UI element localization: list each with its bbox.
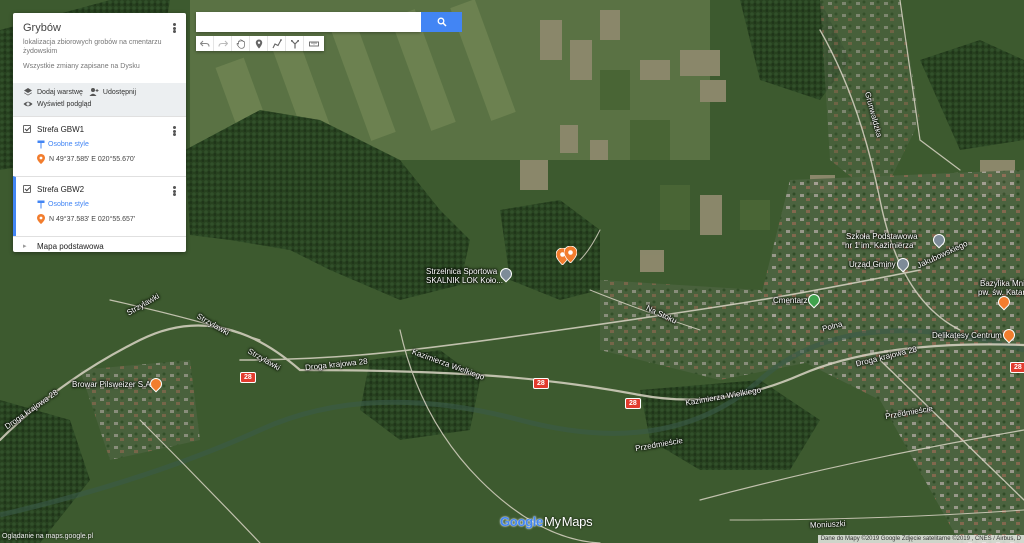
directions-button[interactable] (286, 36, 304, 51)
share-button[interactable]: Udostępnij (89, 86, 136, 98)
undo-icon (199, 40, 210, 47)
feature-coords: N 49°37.585' E 020°55.670' (49, 155, 136, 163)
save-status: Wszystkie zmiany zapisane na Dysku (23, 63, 140, 70)
layer-style-label: Osobne style (48, 200, 89, 208)
viewing-note[interactable]: Oglądanie na maps.google.pl (2, 533, 93, 540)
layers-panel: Grybów lokalizacja zbiorowych grobów na … (13, 13, 186, 252)
preview-label: Wyświetl podgląd (37, 100, 92, 108)
layer-options-kebab-icon[interactable] (169, 125, 179, 137)
poi-label-brewery[interactable]: Browar Pilsweizer S.A. (72, 380, 153, 389)
marker-strefa-gbw2[interactable] (564, 246, 577, 263)
place-marker-icon (37, 154, 45, 164)
add-person-icon (89, 88, 99, 96)
poi-label-cemetery[interactable]: Cmentarz (773, 296, 808, 305)
map-options-kebab-icon[interactable] (169, 22, 179, 34)
layer-visibility-checkbox[interactable] (23, 185, 31, 193)
add-layer-label: Dodaj warstwę (37, 88, 83, 96)
logo-maps: Maps (561, 514, 593, 529)
draw-line-icon (272, 38, 282, 48)
search-input[interactable] (196, 12, 421, 32)
base-map-toggle[interactable]: ▸ Mapa podstawowa (13, 236, 186, 252)
search-button[interactable] (421, 12, 462, 32)
base-map-label: Mapa podstawowa (37, 242, 104, 251)
layers-icon (24, 88, 32, 96)
poi-label-bazylika[interactable]: Bazylika Mni... (980, 279, 1024, 288)
layer-style-link[interactable]: Osobne style (37, 138, 176, 150)
preview-button[interactable]: Wyświetl podgląd (23, 98, 176, 110)
map-attribution[interactable]: Dane do Mapy ©2019 Google Zdjęcie sateli… (817, 535, 1024, 543)
hand-icon (236, 38, 245, 49)
layer-name[interactable]: Strefa GBW1 (37, 125, 84, 134)
add-marker-button[interactable] (250, 36, 268, 51)
redo-icon (217, 40, 228, 47)
share-label: Udostępnij (102, 88, 136, 96)
eye-icon (23, 101, 33, 107)
google-my-maps-logo: Google My Maps (500, 514, 593, 529)
layer-style-label: Osobne style (48, 140, 89, 148)
road-label-moniuszki: Moniuszki (809, 519, 846, 530)
poi-label-town-hall[interactable]: Urząd Gminy (849, 260, 896, 269)
road-shield-28-d: 28 (1010, 362, 1024, 373)
undo-button[interactable] (196, 36, 214, 51)
poi-label-shooting-range-sub[interactable]: SKALNIK LOK Koło... (426, 276, 503, 285)
redo-button[interactable] (214, 36, 232, 51)
layer-style-link[interactable]: Osobne style (37, 198, 176, 210)
feature-item[interactable]: N 49°37.585' E 020°55.670' (37, 153, 176, 165)
road-shield-28-b: 28 (533, 378, 549, 389)
layer-options-kebab-icon[interactable] (169, 185, 179, 197)
logo-my: My (543, 514, 561, 529)
place-marker-icon (37, 214, 45, 224)
pan-tool-button[interactable] (232, 36, 250, 51)
feature-coords: N 49°37.583' E 020°55.657' (49, 215, 136, 223)
paint-roller-icon (37, 140, 45, 148)
ruler-icon (309, 41, 319, 46)
measure-button[interactable] (304, 36, 324, 51)
map-title[interactable]: Grybów (23, 22, 176, 34)
poi-label-school-sub[interactable]: nr 1 im. Kazimierza (845, 241, 913, 250)
poi-label-delikatesy[interactable]: Delikatesy Centrum (932, 331, 1002, 340)
feature-item[interactable]: N 49°37.583' E 020°55.657' (37, 213, 176, 225)
map-info: Grybów lokalizacja zbiorowych grobów na … (13, 13, 186, 83)
layer-name[interactable]: Strefa GBW2 (37, 185, 84, 194)
poi-label-shooting-range[interactable]: Strzelnica Sportowa (426, 267, 497, 276)
paint-roller-icon (37, 200, 45, 208)
logo-google: Google (500, 514, 543, 529)
road-shield-28-c: 28 (625, 398, 641, 409)
layer-visibility-checkbox[interactable] (23, 125, 31, 133)
map-description[interactable]: lokalizacja zbiorowych grobów na cmentar… (23, 38, 173, 56)
panel-actions: Dodaj warstwę Udostępnij Wyświetl podglą… (13, 83, 186, 116)
poi-label-school[interactable]: Szkoła Podstawowa (846, 232, 918, 241)
draw-line-button[interactable] (268, 36, 286, 51)
chevron-right-icon: ▸ (23, 242, 27, 250)
directions-icon (290, 39, 299, 48)
layer-strefa-gbw2[interactable]: Strefa GBW2 Osobne style N 49°37.583' E … (13, 176, 186, 236)
search-icon (437, 17, 447, 27)
marker-icon (255, 39, 262, 48)
road-shield-28: 28 (240, 372, 256, 383)
map-toolbar (196, 36, 324, 51)
layer-strefa-gbw1[interactable]: Strefa GBW1 Osobne style N 49°37.585' E … (13, 116, 186, 176)
add-layer-button[interactable]: Dodaj warstwę (23, 86, 83, 98)
